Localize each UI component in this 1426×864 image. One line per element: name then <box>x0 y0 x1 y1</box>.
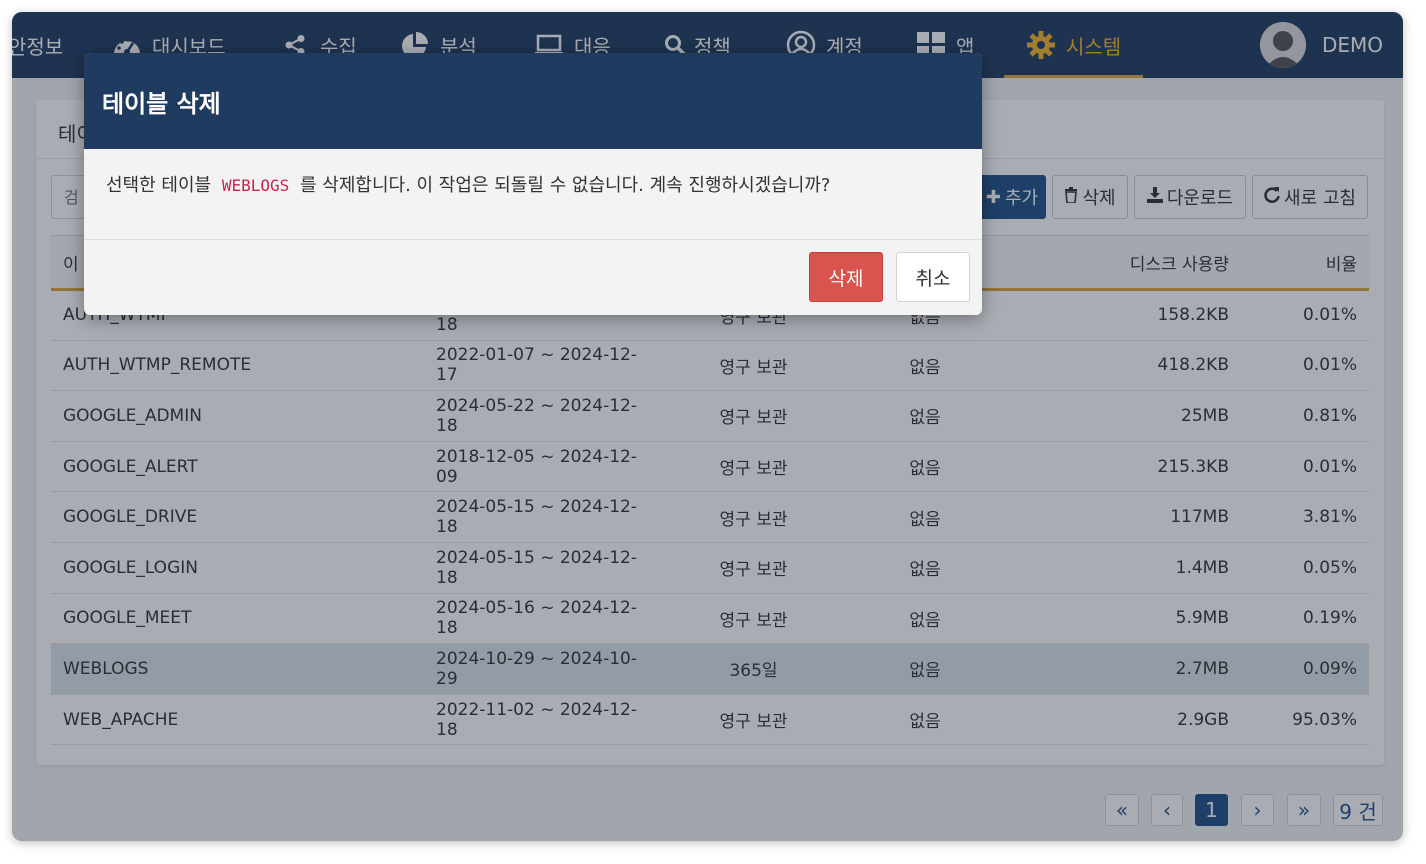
dialog-table-name: WEBLOGS <box>221 176 290 195</box>
dialog-footer: 삭제 취소 <box>84 240 982 315</box>
app-window: 안정보 대시보드 수집 분석 대응 정책 계정 앱 시스템 DEMO 테이 검 … <box>12 12 1403 841</box>
dialog-message-prefix: 선택한 테이블 <box>106 175 212 196</box>
dialog-message: 선택한 테이블 WEBLOGS 를 삭제합니다. 이 작업은 되돌릴 수 없습니… <box>84 149 982 240</box>
confirm-delete-button[interactable]: 삭제 <box>809 252 883 302</box>
cancel-button[interactable]: 취소 <box>896 252 970 302</box>
dialog-title: 테이블 삭제 <box>84 53 982 149</box>
dialog-message-suffix: 를 삭제합니다. 이 작업은 되돌릴 수 없습니다. 계속 진행하시겠습니까? <box>300 175 831 196</box>
delete-table-dialog: 테이블 삭제 선택한 테이블 WEBLOGS 를 삭제합니다. 이 작업은 되돌… <box>84 53 982 315</box>
